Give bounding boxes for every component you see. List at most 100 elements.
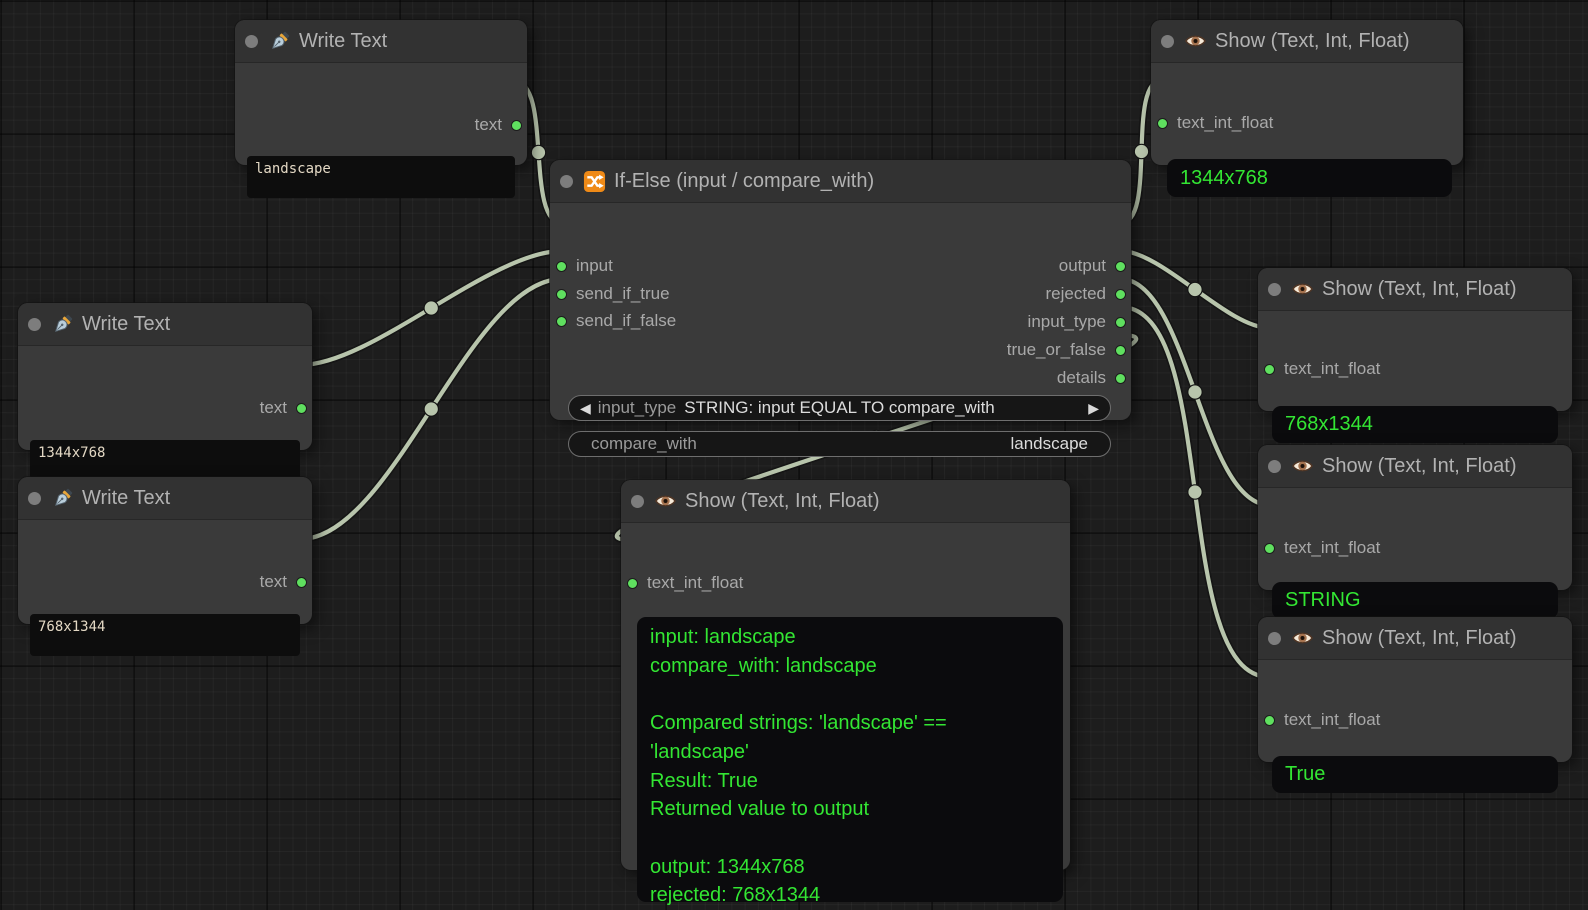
- pen-nib-icon: [51, 487, 74, 510]
- output-slot-rejected: rejected: [1046, 284, 1126, 304]
- input-slot-text-int-float: text_int_float: [1264, 538, 1380, 558]
- output-port[interactable]: [511, 120, 522, 131]
- collapse-dot[interactable]: [28, 318, 41, 331]
- collapse-dot[interactable]: [560, 175, 573, 188]
- output-port[interactable]: [1115, 261, 1126, 272]
- widget-label: compare_with: [591, 434, 697, 454]
- wire-midpoint-dot[interactable]: [1188, 282, 1202, 296]
- widget-value: STRING: input EQUAL TO compare_with: [569, 398, 1110, 418]
- slot-label: details: [1057, 368, 1106, 388]
- text-input[interactable]: 768x1344: [30, 614, 300, 656]
- input-slot-text-int-float: text_int_float: [1264, 359, 1380, 379]
- output-slot-true-or-false: true_or_false: [1007, 340, 1126, 360]
- output-port[interactable]: [296, 577, 307, 588]
- show-value-multiline: input: landscape compare_with: landscape…: [637, 617, 1063, 902]
- node-show-input-type[interactable]: Show (Text, Int, Float) text_int_float S…: [1258, 445, 1572, 590]
- input-port[interactable]: [556, 289, 567, 300]
- eye-icon: [1291, 278, 1314, 301]
- node-title: If-Else (input / compare_with): [614, 170, 874, 193]
- output-port[interactable]: [1115, 373, 1126, 384]
- show-value: 768x1344: [1272, 406, 1558, 443]
- node-if-else[interactable]: If-Else (input / compare_with) input sen…: [550, 160, 1131, 420]
- input-port[interactable]: [556, 316, 567, 327]
- collapse-dot[interactable]: [28, 492, 41, 505]
- input-port[interactable]: [556, 261, 567, 272]
- input-type-combo-widget[interactable]: ◀ input_type STRING: input EQUAL TO comp…: [568, 395, 1111, 421]
- slot-label: text: [475, 115, 502, 135]
- node-title-bar[interactable]: Write Text: [235, 20, 527, 63]
- wire-midpoint-dot[interactable]: [424, 402, 438, 416]
- output-slot-output: output: [1059, 256, 1126, 276]
- wire-midpoint-dot[interactable]: [424, 301, 438, 315]
- pen-nib-icon: [51, 313, 74, 336]
- node-show-true-or-false[interactable]: Show (Text, Int, Float) text_int_float T…: [1258, 617, 1572, 762]
- text-input[interactable]: 1344x768: [30, 440, 300, 482]
- node-write-text-3[interactable]: Write Text text 768x1344: [18, 477, 312, 624]
- output-port[interactable]: [1115, 289, 1126, 300]
- input-slot-send-if-false: send_if_false: [556, 311, 676, 331]
- node-title-bar[interactable]: Show (Text, Int, Float): [1151, 20, 1463, 63]
- shuffle-icon: [583, 170, 606, 193]
- eye-icon: [654, 490, 677, 513]
- slot-label: text_int_float: [1284, 359, 1380, 379]
- node-show-rejected[interactable]: Show (Text, Int, Float) text_int_float 7…: [1258, 268, 1572, 411]
- wire-midpoint-dot[interactable]: [531, 145, 545, 159]
- collapse-dot[interactable]: [631, 495, 644, 508]
- node-title-bar[interactable]: Show (Text, Int, Float): [1258, 445, 1572, 488]
- node-title-bar[interactable]: Show (Text, Int, Float): [1258, 268, 1572, 311]
- node-write-text-2[interactable]: Write Text text 1344x768: [18, 303, 312, 450]
- input-port[interactable]: [1264, 715, 1275, 726]
- output-slot-details: details: [1057, 368, 1126, 388]
- input-slot-text-int-float: text_int_float: [1157, 113, 1273, 133]
- slot-label: text: [260, 572, 287, 592]
- collapse-dot[interactable]: [1268, 283, 1281, 296]
- collapse-dot[interactable]: [245, 35, 258, 48]
- slot-label: send_if_false: [576, 311, 676, 331]
- output-port[interactable]: [1115, 317, 1126, 328]
- slot-label: text: [260, 398, 287, 418]
- collapse-dot[interactable]: [1268, 632, 1281, 645]
- node-show-details[interactable]: Show (Text, Int, Float) text_int_float i…: [621, 480, 1070, 870]
- slot-label: text_int_float: [1284, 538, 1380, 558]
- input-port[interactable]: [1264, 364, 1275, 375]
- eye-icon: [1291, 455, 1314, 478]
- output-slot-text: text: [475, 115, 522, 135]
- input-port[interactable]: [627, 578, 638, 589]
- slot-label: rejected: [1046, 284, 1106, 304]
- node-title-bar[interactable]: Show (Text, Int, Float): [621, 480, 1070, 523]
- node-title-bar[interactable]: Write Text: [18, 303, 312, 346]
- input-port[interactable]: [1157, 118, 1168, 129]
- wire-midpoint-dot[interactable]: [1134, 144, 1148, 158]
- node-title: Show (Text, Int, Float): [1215, 30, 1410, 53]
- show-value: True: [1272, 756, 1558, 793]
- node-title: Show (Text, Int, Float): [1322, 455, 1517, 478]
- collapse-dot[interactable]: [1268, 460, 1281, 473]
- node-title-bar[interactable]: If-Else (input / compare_with): [550, 160, 1131, 203]
- compare-with-text-widget[interactable]: compare_with landscape: [568, 431, 1111, 457]
- slot-label: input: [576, 256, 613, 276]
- eye-icon: [1184, 30, 1207, 53]
- node-title: Show (Text, Int, Float): [685, 490, 880, 513]
- output-port[interactable]: [1115, 345, 1126, 356]
- text-input[interactable]: landscape: [247, 156, 515, 198]
- input-slot-text-int-float: text_int_float: [1264, 710, 1380, 730]
- show-value: 1344x768: [1167, 159, 1452, 197]
- node-show-output[interactable]: Show (Text, Int, Float) text_int_float 1…: [1151, 20, 1463, 165]
- node-title: Write Text: [82, 487, 170, 510]
- output-slot-text: text: [260, 398, 307, 418]
- output-port[interactable]: [296, 403, 307, 414]
- slot-label: input_type: [1028, 312, 1106, 332]
- node-title-bar[interactable]: Write Text: [18, 477, 312, 520]
- graph-canvas[interactable]: { "canvas": { "background": "#1d1d1d" },…: [0, 0, 1588, 887]
- input-port[interactable]: [1264, 543, 1275, 554]
- output-slot-input-type: input_type: [1028, 312, 1126, 332]
- slot-label: text_int_float: [1177, 113, 1273, 133]
- output-slot-text: text: [260, 572, 307, 592]
- widget-value: landscape: [1010, 434, 1110, 454]
- collapse-dot[interactable]: [1161, 35, 1174, 48]
- node-title-bar[interactable]: Show (Text, Int, Float): [1258, 617, 1572, 660]
- wire-midpoint-dot[interactable]: [1188, 485, 1202, 499]
- input-slot-text-int-float: text_int_float: [627, 573, 743, 593]
- wire-midpoint-dot[interactable]: [1188, 385, 1202, 399]
- node-write-text-1[interactable]: Write Text text landscape: [235, 20, 527, 165]
